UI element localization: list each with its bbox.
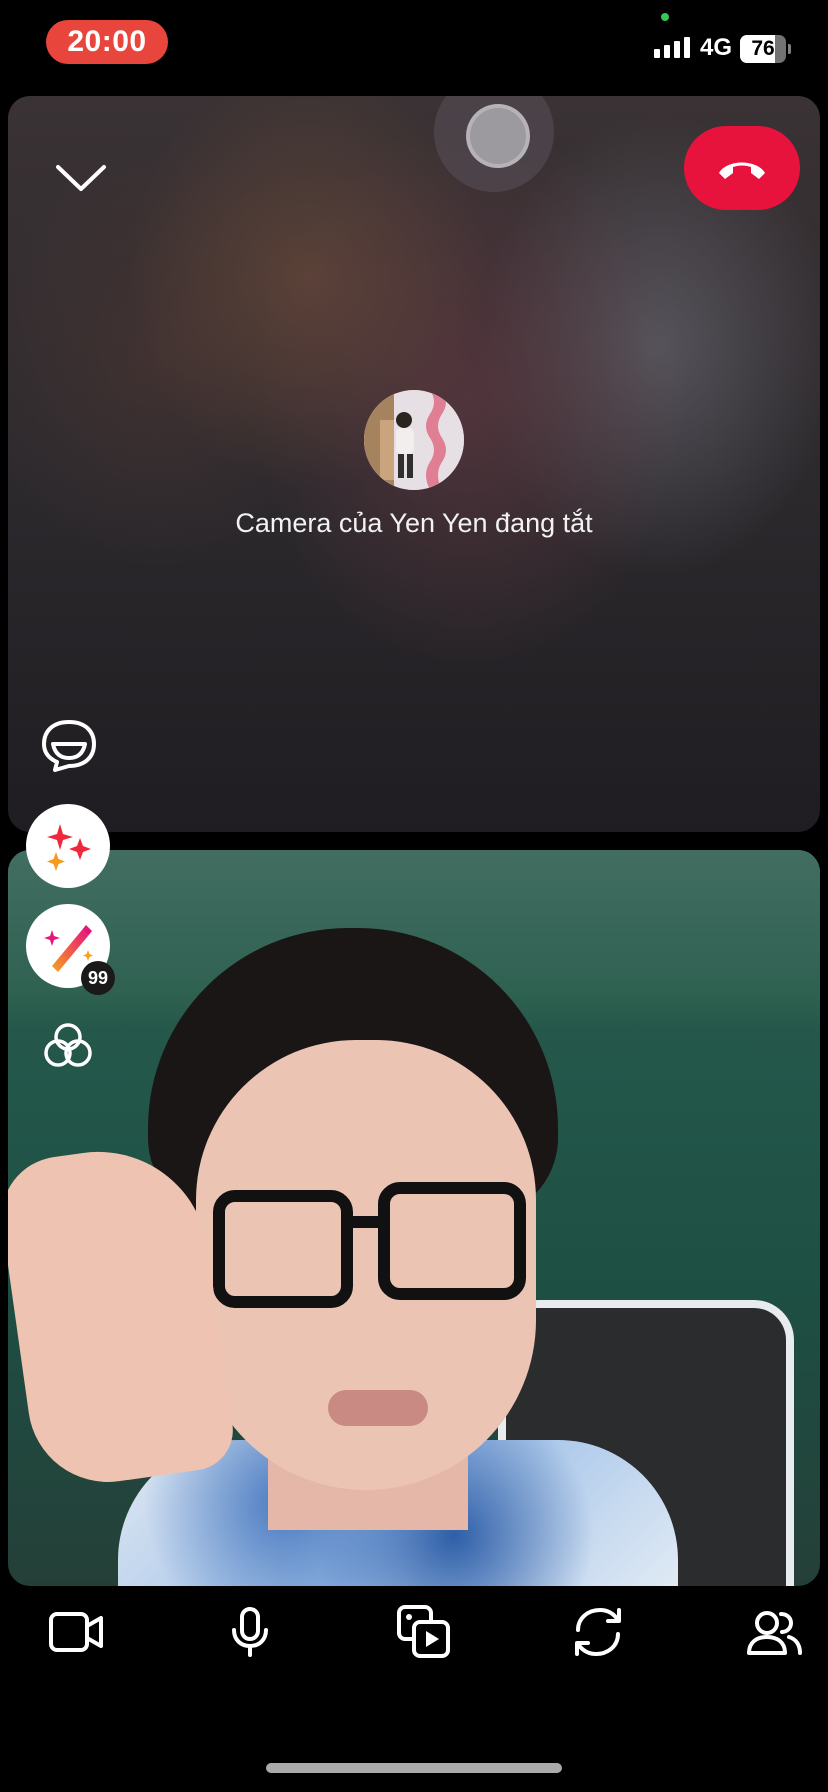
glasses-right-lens: [378, 1182, 526, 1300]
microphone-toggle-button[interactable]: [220, 1604, 280, 1660]
share-media-button[interactable]: [394, 1604, 454, 1660]
cellular-signal-icon: [654, 37, 690, 58]
avatar-photo: [364, 390, 464, 490]
status-time: 20:00: [46, 20, 168, 64]
share-media-icon: [397, 1605, 450, 1658]
video-camera-icon: [49, 1612, 103, 1652]
participants-button[interactable]: [744, 1604, 804, 1660]
filters-button[interactable]: [40, 1020, 96, 1072]
filters-circles-icon: [44, 1023, 92, 1067]
captions-bubble-icon: [42, 720, 96, 772]
phone-hangup-icon: [719, 162, 765, 179]
end-call-button[interactable]: [684, 126, 800, 210]
glasses-left-lens: [213, 1190, 353, 1308]
participants-icon: [747, 1611, 802, 1655]
remote-video-panel: Camera của Yen Yen đang tắt: [8, 96, 820, 832]
home-indicator[interactable]: [266, 1763, 562, 1773]
remote-avatar: [364, 390, 464, 490]
glasses-bridge: [348, 1216, 382, 1228]
collapse-button[interactable]: [46, 151, 116, 201]
battery-indicator: 76: [740, 35, 786, 63]
handle-knob: [466, 104, 530, 168]
microphone-icon: [232, 1607, 268, 1657]
person-lips: [328, 1390, 428, 1426]
battery-cap: [788, 44, 791, 54]
battery-percent: 76: [751, 37, 775, 60]
effects-button[interactable]: [26, 804, 110, 888]
network-type: 4G: [700, 34, 733, 61]
flip-camera-icon: [575, 1607, 621, 1657]
captions-button[interactable]: [36, 716, 102, 776]
flip-camera-button[interactable]: [568, 1604, 628, 1660]
camera-off-message: Camera của Yen Yen đang tắt: [235, 508, 593, 538]
video-toggle-button[interactable]: [46, 1604, 106, 1660]
sparkles-icon: [47, 824, 91, 871]
magic-effects-badge: 99: [81, 961, 115, 995]
self-video-panel: [8, 850, 820, 1586]
chevron-down-icon: [56, 165, 106, 191]
privacy-indicator-dot: [661, 13, 669, 21]
